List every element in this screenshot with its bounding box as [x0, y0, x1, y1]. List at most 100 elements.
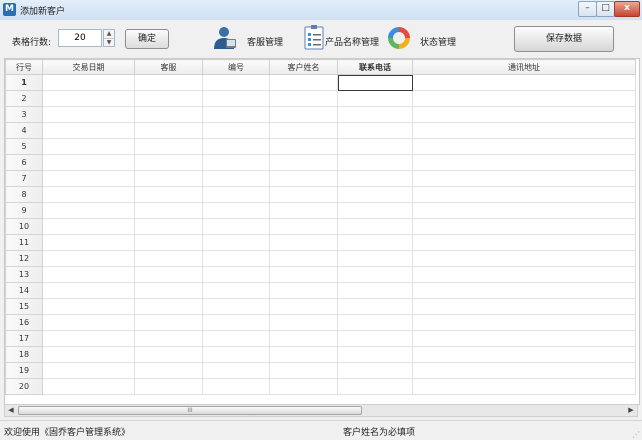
grid-cell[interactable] [42, 378, 135, 395]
grid-cell[interactable] [412, 106, 636, 123]
table-row[interactable]: 15 [5, 298, 636, 315]
grid-cell[interactable] [412, 250, 636, 267]
grid-cell[interactable] [269, 186, 338, 203]
grid-cell[interactable] [202, 90, 270, 107]
row-number[interactable]: 12 [5, 250, 43, 267]
grid-cell[interactable] [412, 362, 636, 379]
grid-cell[interactable] [202, 298, 270, 315]
row-number[interactable]: 8 [5, 186, 43, 203]
grid-cell[interactable] [337, 202, 413, 219]
grid-cell[interactable] [412, 266, 636, 283]
grid-cell[interactable] [269, 362, 338, 379]
row-number[interactable]: 20 [5, 378, 43, 395]
spin-up-icon[interactable]: ▲ [104, 30, 114, 39]
grid-cell[interactable] [412, 186, 636, 203]
column-header[interactable]: 联系电话 [337, 59, 413, 75]
grid-cell[interactable] [269, 346, 338, 363]
grid-cell[interactable] [269, 90, 338, 107]
grid-cell[interactable] [202, 266, 270, 283]
spin-down-icon[interactable]: ▼ [104, 39, 114, 47]
close-button[interactable]: x [614, 1, 640, 17]
status-manage-button[interactable]: 状态管理 [386, 25, 456, 53]
grid-cell[interactable] [134, 122, 203, 139]
grid-cell[interactable] [42, 314, 135, 331]
grid-cell[interactable] [134, 330, 203, 347]
maximize-button[interactable]: □ [596, 1, 615, 17]
row-number[interactable]: 18 [5, 346, 43, 363]
grid-cell[interactable] [269, 266, 338, 283]
grid-cell[interactable] [412, 122, 636, 139]
row-number[interactable]: 16 [5, 314, 43, 331]
rows-count-input[interactable] [58, 29, 102, 47]
grid-cell[interactable] [202, 154, 270, 171]
grid-cell[interactable] [337, 298, 413, 315]
row-number[interactable]: 11 [5, 234, 43, 251]
grid-cell[interactable] [134, 250, 203, 267]
column-header[interactable]: 交易日期 [42, 59, 135, 75]
grid-cell[interactable] [337, 170, 413, 187]
grid-cell[interactable] [412, 74, 636, 91]
table-row[interactable]: 12 [5, 250, 636, 267]
column-header[interactable]: 客户姓名 [269, 59, 338, 75]
grid-cell[interactable] [412, 330, 636, 347]
row-number[interactable]: 6 [5, 154, 43, 171]
table-row[interactable]: 9 [5, 202, 636, 219]
grid-cell[interactable] [202, 282, 270, 299]
grid-cell[interactable] [337, 282, 413, 299]
grid-cell[interactable] [134, 282, 203, 299]
row-number[interactable]: 9 [5, 202, 43, 219]
grid-cell[interactable] [202, 122, 270, 139]
grid-cell[interactable] [269, 138, 338, 155]
grid-cell[interactable] [202, 138, 270, 155]
table-row[interactable]: 18 [5, 346, 636, 363]
row-number[interactable]: 4 [5, 122, 43, 139]
grid-cell[interactable] [412, 378, 636, 395]
grid-cell[interactable] [412, 314, 636, 331]
grid-cell[interactable] [412, 138, 636, 155]
grid-cell[interactable] [337, 218, 413, 235]
grid-cell[interactable] [202, 74, 270, 91]
grid-cell[interactable] [42, 122, 135, 139]
grid-cell[interactable] [42, 186, 135, 203]
table-row[interactable]: 10 [5, 218, 636, 235]
table-row[interactable]: 8 [5, 186, 636, 203]
grid-cell[interactable] [269, 282, 338, 299]
grid-cell[interactable] [42, 234, 135, 251]
minimize-button[interactable]: – [578, 1, 597, 17]
grid-cell[interactable] [337, 266, 413, 283]
grid-cell[interactable] [202, 170, 270, 187]
row-number[interactable]: 10 [5, 218, 43, 235]
grid-cell[interactable] [337, 362, 413, 379]
grid-cell[interactable] [134, 90, 203, 107]
customer-grid[interactable]: 行号 交易日期 客服 编号 客户姓名 联系电话 通讯地址 1 2 3 4 5 6 7 8 9 10 11 12 13… [4, 58, 640, 405]
grid-cell[interactable] [337, 234, 413, 251]
grid-cell[interactable] [134, 138, 203, 155]
grid-cell[interactable] [412, 218, 636, 235]
product-name-manage-button[interactable]: 产品名称管理 [301, 25, 379, 53]
grid-cell[interactable] [412, 170, 636, 187]
grid-cell[interactable] [269, 202, 338, 219]
grid-cell[interactable] [42, 170, 135, 187]
confirm-button[interactable]: 确定 [125, 29, 169, 49]
grid-cell[interactable] [412, 90, 636, 107]
grid-cell[interactable] [134, 234, 203, 251]
grid-cell[interactable] [269, 250, 338, 267]
grid-cell[interactable] [134, 170, 203, 187]
column-header[interactable]: 编号 [202, 59, 270, 75]
table-row[interactable]: 4 [5, 122, 636, 139]
grid-cell[interactable] [202, 362, 270, 379]
grid-cell[interactable] [412, 202, 636, 219]
table-row[interactable]: 1 [5, 74, 636, 91]
grid-cell[interactable] [269, 74, 338, 91]
grid-cell[interactable] [42, 74, 135, 91]
grid-cell[interactable] [134, 202, 203, 219]
grid-cell[interactable] [42, 218, 135, 235]
table-row[interactable]: 2 [5, 90, 636, 107]
scroll-thumb[interactable]: III [18, 406, 362, 415]
table-row[interactable]: 3 [5, 106, 636, 123]
grid-cell[interactable] [412, 298, 636, 315]
grid-cell[interactable] [269, 106, 338, 123]
column-header[interactable]: 客服 [134, 59, 203, 75]
grid-cell[interactable] [337, 106, 413, 123]
table-row[interactable]: 11 [5, 234, 636, 251]
